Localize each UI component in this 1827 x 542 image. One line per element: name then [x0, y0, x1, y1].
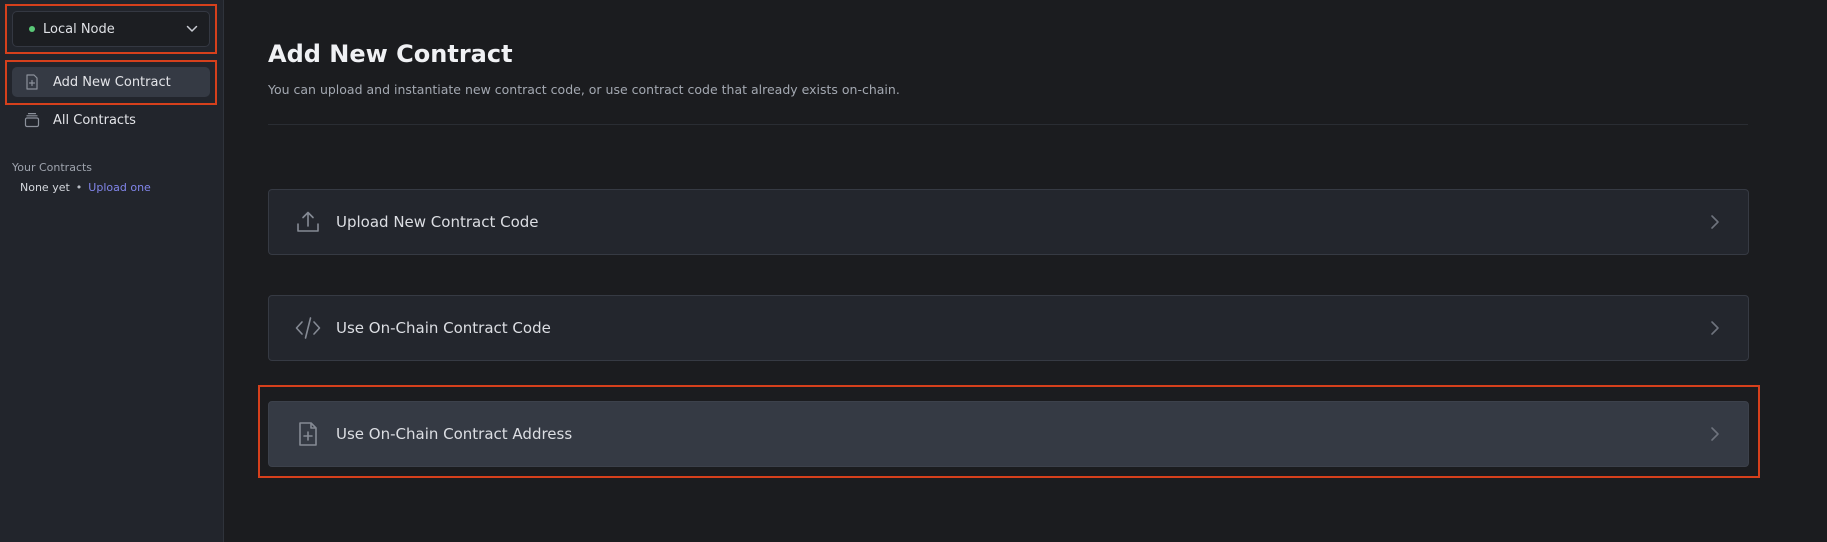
- sidebar-item-add-new-contract[interactable]: Add New Contract: [12, 67, 210, 97]
- upload-one-link[interactable]: Upload one: [88, 181, 151, 194]
- code-icon: [295, 317, 321, 339]
- chevron-right-icon: [1711, 215, 1719, 229]
- upload-new-contract-code-option[interactable]: Upload New Contract Code: [268, 189, 1749, 255]
- chevron-down-icon: [186, 25, 198, 32]
- stack-icon: [24, 113, 40, 128]
- your-contracts-status: None yet • Upload one: [20, 181, 151, 194]
- option-label: Upload New Contract Code: [336, 213, 539, 231]
- use-on-chain-contract-code-option[interactable]: Use On-Chain Contract Code: [268, 295, 1749, 361]
- file-plus-icon: [26, 74, 38, 90]
- sidebar: Local Node Add New Contract All Contract…: [0, 0, 224, 542]
- network-select[interactable]: Local Node: [12, 11, 210, 47]
- empty-text: None yet: [20, 181, 70, 194]
- main-content: Add New Contract You can upload and inst…: [224, 0, 1827, 542]
- option-label: Use On-Chain Contract Code: [336, 319, 551, 337]
- network-select-value: Local Node: [43, 21, 115, 37]
- sidebar-item-label: All Contracts: [53, 112, 136, 128]
- status-dot: [29, 26, 35, 32]
- sidebar-item-label: Add New Contract: [53, 74, 171, 90]
- chevron-right-icon: [1711, 427, 1719, 441]
- your-contracts-title: Your Contracts: [12, 161, 93, 174]
- page-subtitle: You can upload and instantiate new contr…: [268, 82, 900, 97]
- upload-icon: [297, 211, 319, 232]
- file-plus-icon: [299, 422, 317, 446]
- chevron-right-icon: [1711, 321, 1719, 335]
- sidebar-item-all-contracts[interactable]: All Contracts: [12, 105, 210, 135]
- divider: [268, 124, 1748, 125]
- use-on-chain-contract-address-option[interactable]: Use On-Chain Contract Address: [268, 401, 1749, 467]
- option-label: Use On-Chain Contract Address: [336, 425, 573, 443]
- separator: •: [75, 181, 83, 194]
- page-title: Add New Contract: [268, 40, 513, 68]
